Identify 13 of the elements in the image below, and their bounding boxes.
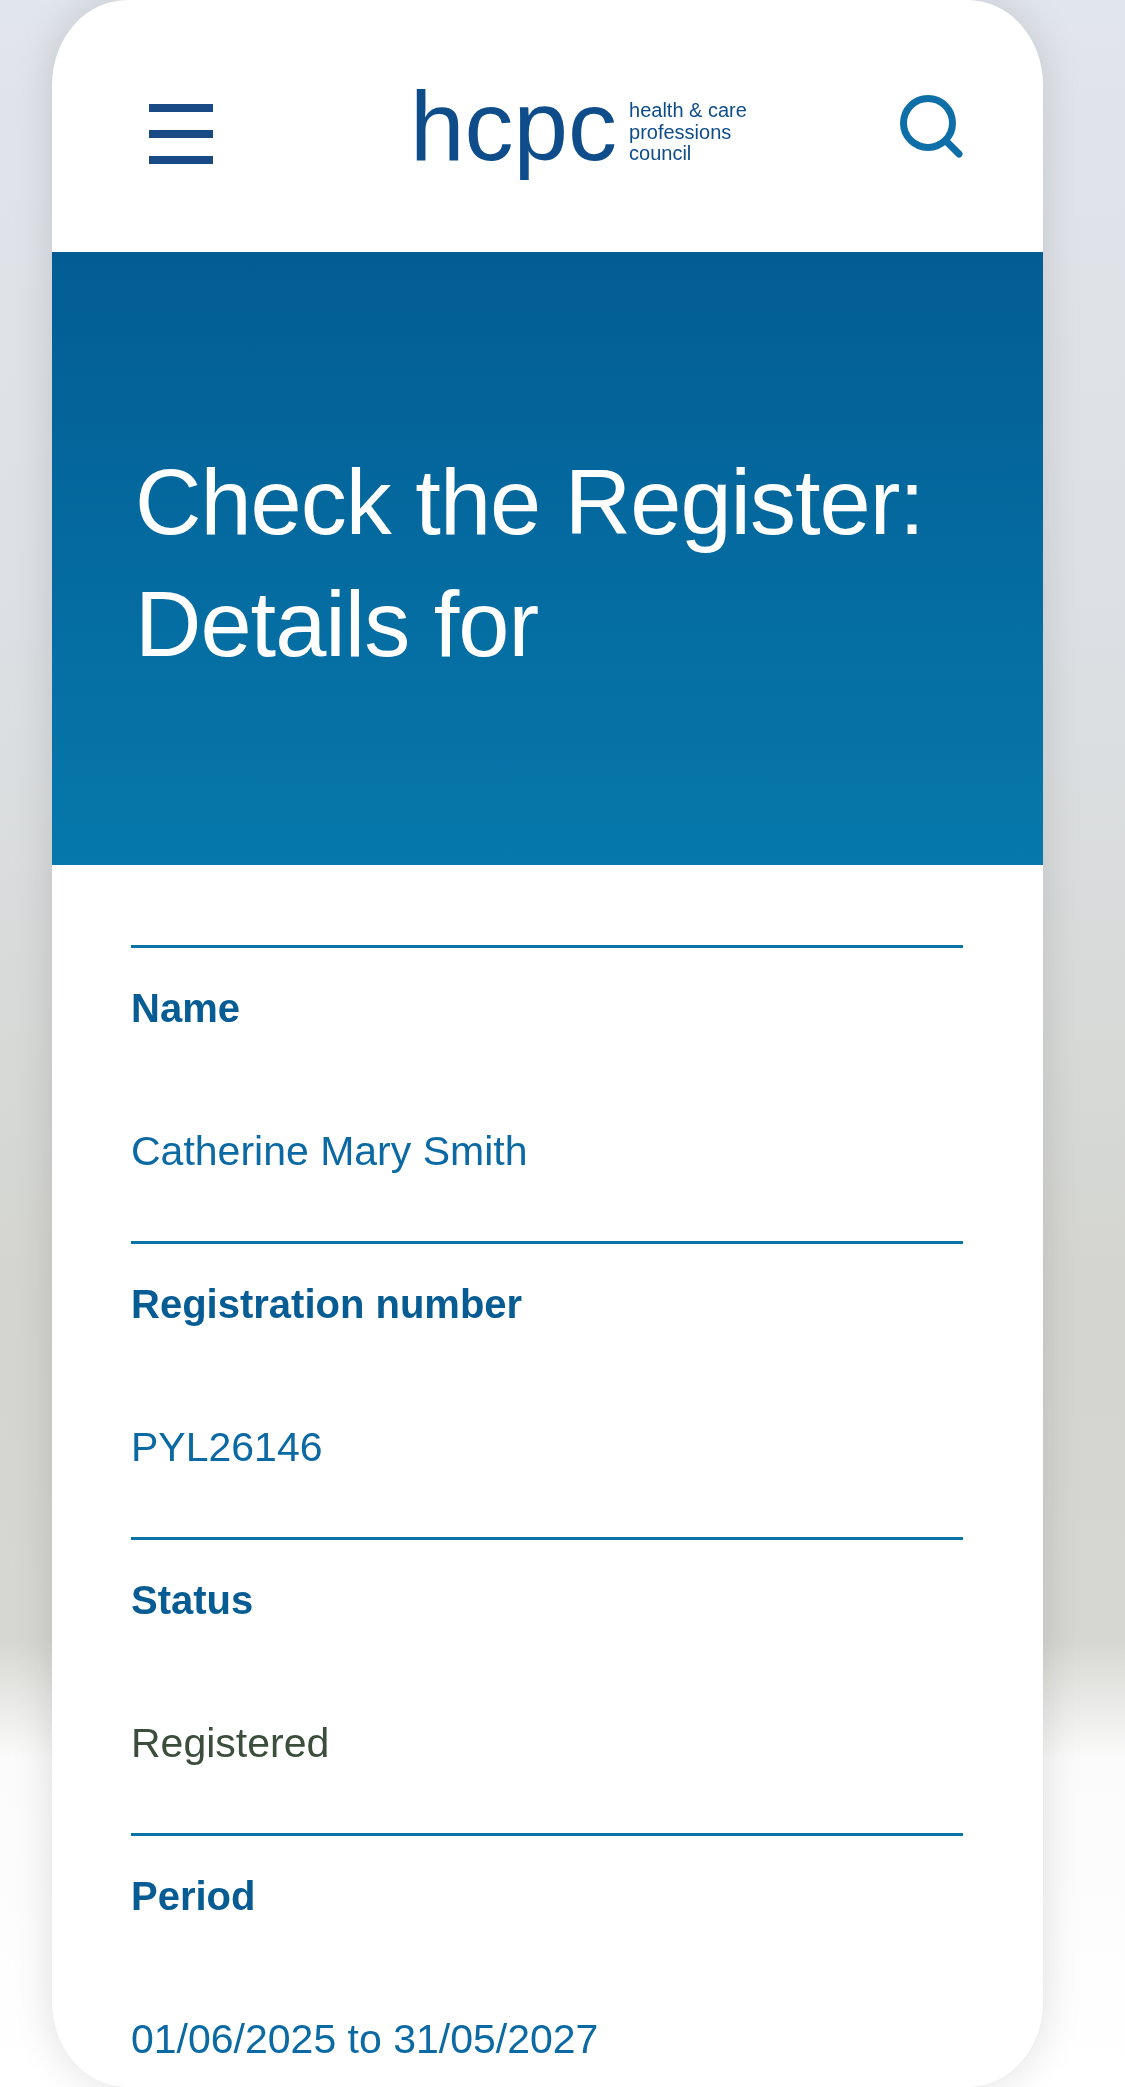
detail-label: Name [131, 985, 240, 1032]
detail-label: Registration number [131, 1281, 523, 1328]
detail-value: Catherine Mary Smith [131, 1128, 528, 1174]
search-icon[interactable] [900, 95, 963, 158]
logo-wordmark: hcpc [410, 70, 618, 182]
page-title: Check the Register: Details for [135, 450, 925, 677]
detail-value: PYL26146 [131, 1424, 323, 1470]
logo-tagline: health & care professions council [629, 100, 747, 165]
detail-label: Period [131, 1873, 256, 1920]
detail-value: Registered [131, 1720, 330, 1766]
menu-icon[interactable] [149, 104, 213, 164]
detail-label: Status [131, 1577, 254, 1624]
detail-value: 01/06/2025 to 31/05/2027 [131, 2016, 599, 2062]
